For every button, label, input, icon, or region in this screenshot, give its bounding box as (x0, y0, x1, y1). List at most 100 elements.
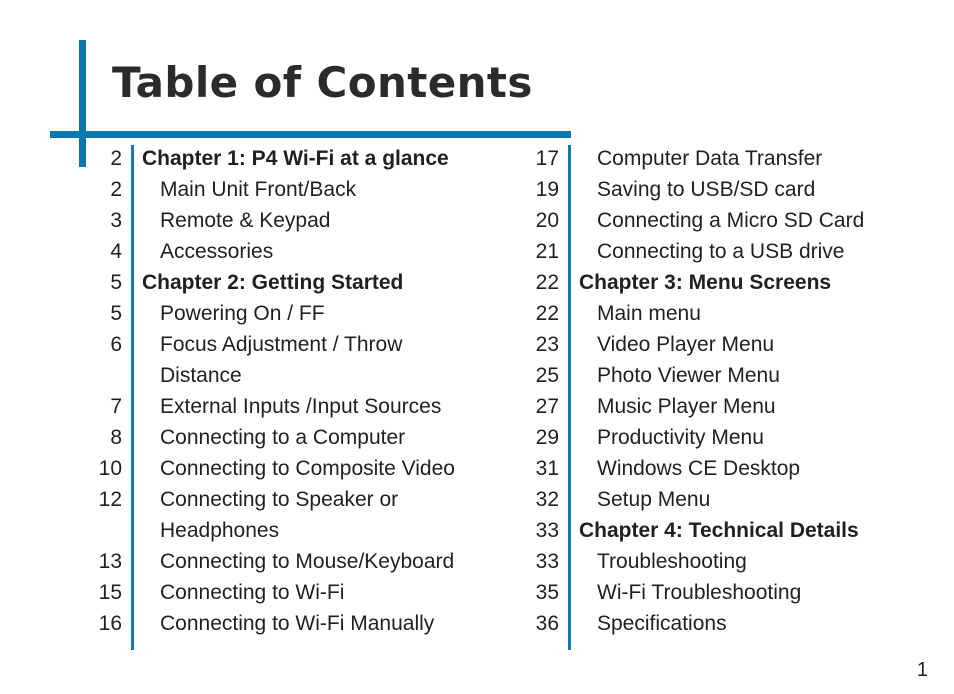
toc-entry-label: Connecting a Micro SD Card (597, 209, 865, 232)
toc-entry[interactable]: 2 Main Unit Front/Back (86, 174, 506, 205)
toc-entry-list-left: 2 Chapter 1: P4 Wi-Fi at a glance 2 Main Un… (86, 143, 506, 639)
toc-entry-label: Chapter 4: Technical Details (579, 519, 859, 542)
toc-entry-page-number: 16 (98, 612, 122, 635)
toc-entry-page-number: 32 (535, 488, 559, 511)
toc-entry-label: Windows CE Desktop (597, 457, 801, 480)
toc-entry[interactable]: 17 Computer Data Transfer (502, 143, 932, 174)
toc-entry[interactable]: 32 Setup Menu (502, 484, 932, 515)
horizontal-accent-rule (50, 131, 571, 138)
toc-entry-label: Main menu (597, 302, 701, 325)
toc-entry[interactable]: 22 Chapter 3: Menu Screens (502, 267, 932, 298)
toc-entry-page-number: 13 (98, 550, 122, 573)
toc-entry[interactable]: 16 Connecting to Wi-Fi Manually (86, 608, 506, 639)
toc-entry-page-number: 7 (110, 395, 122, 418)
toc-entry-label: Remote & Keypad (160, 209, 331, 232)
toc-entry-page-number: 31 (535, 457, 559, 480)
toc-entry[interactable]: 20 Connecting a Micro SD Card (502, 205, 932, 236)
toc-entry[interactable]: 7 External Inputs /Input Sources (86, 391, 506, 422)
toc-entry-page-number: 2 (110, 147, 122, 170)
toc-entry-page-number: 4 (110, 240, 122, 263)
toc-entry[interactable]: 27 Music Player Menu (502, 391, 932, 422)
toc-entry[interactable]: 8 Connecting to a Computer (86, 422, 506, 453)
toc-entry-label: Chapter 2: Getting Started (142, 271, 404, 294)
toc-entry-label: Music Player Menu (597, 395, 776, 418)
toc-entry-page-number: 35 (535, 581, 559, 604)
toc-entry-label: Wi-Fi Troubleshooting (597, 581, 802, 604)
page-title: Table of Contents (112, 58, 533, 107)
toc-entry-page-number: 17 (535, 147, 559, 170)
toc-entry[interactable]: 33 Chapter 4: Technical Details (502, 515, 932, 546)
toc-entry-page-number: 33 (535, 519, 559, 542)
toc-entry-page-number: 3 (110, 209, 122, 232)
toc-entry[interactable]: 36 Specifications (502, 608, 932, 639)
toc-entry[interactable]: 22 Main menu (502, 298, 932, 329)
toc-entry-label: Photo Viewer Menu (597, 364, 780, 387)
toc-entry[interactable]: 25 Photo Viewer Menu (502, 360, 932, 391)
toc-entry-page-number: 2 (110, 178, 122, 201)
toc-column-right: 17 Computer Data Transfer 19 Saving to USB/… (502, 143, 932, 650)
toc-entry-label: Connecting to Composite Video (160, 457, 455, 480)
toc-entry-label: Saving to USB/SD card (597, 178, 816, 201)
toc-entry-label: Chapter 1: P4 Wi-Fi at a glance (142, 147, 449, 170)
toc-entry[interactable]: 35 Wi-Fi Troubleshooting (502, 577, 932, 608)
toc-entry[interactable]: 21 Connecting to a USB drive (502, 236, 932, 267)
toc-entry-label: Connecting to Wi-Fi (160, 581, 345, 604)
toc-entry-page-number: 22 (535, 271, 559, 294)
toc-entry-page-number: 19 (535, 178, 559, 201)
toc-column-left: 2 Chapter 1: P4 Wi-Fi at a glance 2 Main Un… (86, 143, 506, 650)
footer-page-number: 1 (916, 659, 928, 681)
toc-entry-page-number: 12 (98, 488, 122, 511)
toc-entry-page-number: 20 (535, 209, 559, 232)
toc-entry-page-number: 22 (535, 302, 559, 325)
toc-entry-list-right: 17 Computer Data Transfer 19 Saving to USB/… (502, 143, 932, 639)
toc-entry[interactable]: 5 Powering On / FF (86, 298, 506, 329)
toc-entry-page-number: 36 (535, 612, 559, 635)
toc-entry[interactable]: 2 Chapter 1: P4 Wi-Fi at a glance (86, 143, 506, 174)
toc-entry[interactable]: 13 Connecting to Mouse/Keyboard (86, 546, 506, 577)
toc-entry-page-number: 21 (535, 240, 559, 263)
toc-entry-page-number: 29 (535, 426, 559, 449)
toc-entry[interactable]: 15 Connecting to Wi-Fi (86, 577, 506, 608)
toc-entry[interactable]: 23 Video Player Menu (502, 329, 932, 360)
toc-entry-label: Headphones (160, 519, 280, 542)
toc-entry-page-number: 23 (535, 333, 559, 356)
toc-entry[interactable]: 12 Connecting to Speaker or (86, 484, 506, 515)
toc-entry[interactable]: 10 Connecting to Composite Video (86, 453, 506, 484)
toc-entry-label: External Inputs /Input Sources (160, 395, 442, 418)
toc-entry-label: Troubleshooting (597, 550, 747, 573)
toc-entry[interactable]: 19 Saving to USB/SD card (502, 174, 932, 205)
toc-entry-page-number: 6 (110, 333, 122, 356)
toc-entry-label: Chapter 3: Menu Screens (579, 271, 832, 294)
toc-entry-page-number: 10 (98, 457, 122, 480)
toc-entry-label: Distance (160, 364, 242, 387)
toc-entry-page-number: 33 (535, 550, 559, 573)
toc-entry-continuation: Distance (86, 360, 506, 391)
toc-entry-label: Setup Menu (597, 488, 711, 511)
toc-entry-label: Accessories (160, 240, 274, 263)
toc-entry-label: Main Unit Front/Back (160, 178, 357, 201)
toc-entry[interactable]: 29 Productivity Menu (502, 422, 932, 453)
toc-entry-label: Connecting to a Computer (160, 426, 406, 449)
table-of-contents: 2 Chapter 1: P4 Wi-Fi at a glance 2 Main Un… (0, 143, 954, 653)
toc-entry-page-number: 5 (110, 302, 122, 325)
toc-entry-label: Connecting to Mouse/Keyboard (160, 550, 455, 573)
toc-entry[interactable]: 3 Remote & Keypad (86, 205, 506, 236)
toc-entry-label: Computer Data Transfer (597, 147, 823, 170)
toc-entry-label: Video Player Menu (597, 333, 775, 356)
title-header: Table of Contents (0, 0, 954, 167)
toc-entry-page-number: 27 (535, 395, 559, 418)
toc-entry-label: Productivity Menu (597, 426, 764, 449)
toc-entry-page-number: 8 (110, 426, 122, 449)
toc-entry[interactable]: 5 Chapter 2: Getting Started (86, 267, 506, 298)
toc-entry-label: Specifications (597, 612, 727, 635)
toc-entry-label: Connecting to Wi-Fi Manually (160, 612, 435, 635)
toc-entry[interactable]: 33 Troubleshooting (502, 546, 932, 577)
toc-entry-label: Connecting to Speaker or (160, 488, 399, 511)
toc-entry-page-number: 5 (110, 271, 122, 294)
toc-entry-continuation: Headphones (86, 515, 506, 546)
toc-entry[interactable]: 31 Windows CE Desktop (502, 453, 932, 484)
toc-entry[interactable]: 6 Focus Adjustment / Throw (86, 329, 506, 360)
toc-entry-label: Powering On / FF (160, 302, 325, 325)
toc-entry[interactable]: 4 Accessories (86, 236, 506, 267)
toc-entry-label: Connecting to a USB drive (597, 240, 845, 263)
